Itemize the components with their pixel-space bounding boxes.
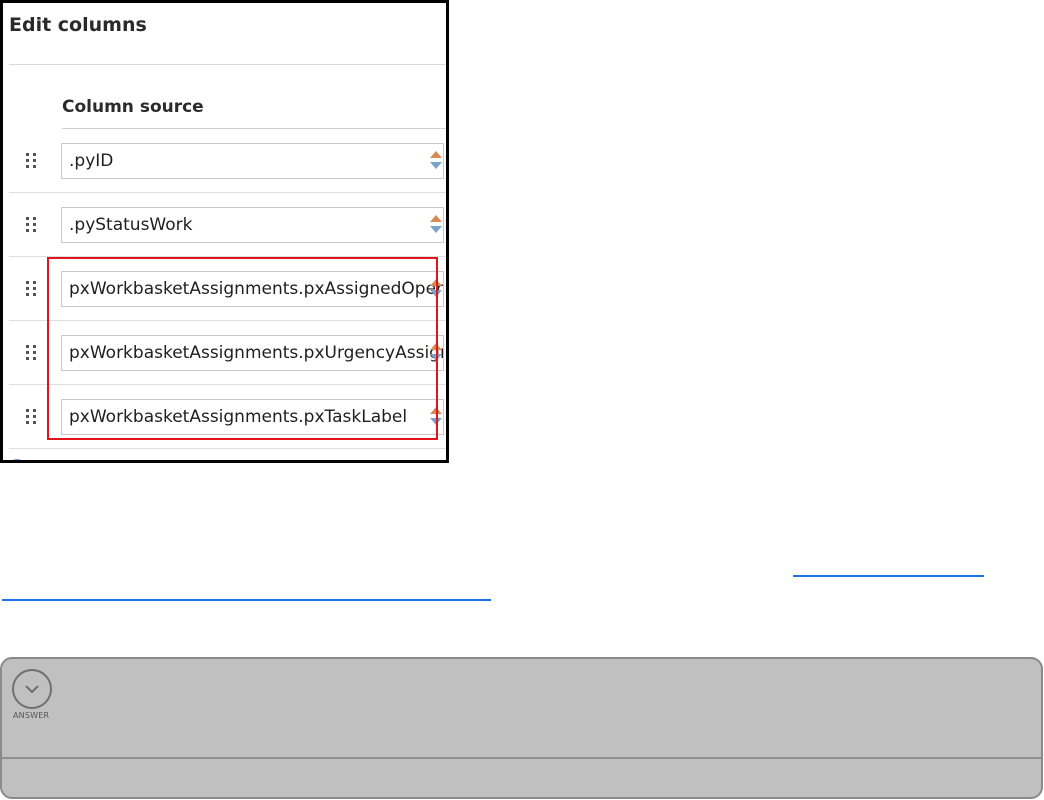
hyperlink-underline[interactable]	[2, 599, 491, 601]
column-source-value: .pyStatusWork	[69, 215, 193, 235]
column-row: pxWorkbasketAssignments.pxTaskLabel	[9, 385, 446, 449]
answer-card: ANSWER	[0, 657, 1043, 799]
column-source-value: pxWorkbasketAssignments.pxAssignedOperat…	[69, 279, 444, 299]
sort-spinner-icon[interactable]	[429, 215, 442, 235]
column-row: pxWorkbasketAssignments.pxUrgencyAssign	[9, 321, 446, 385]
column-source-input[interactable]: .pyStatusWork	[61, 207, 444, 243]
answer-divider	[2, 757, 1041, 759]
column-source-input[interactable]: .pyID	[61, 143, 444, 179]
sort-spinner-icon[interactable]	[429, 279, 442, 299]
column-source-value: pxWorkbasketAssignments.pxTaskLabel	[69, 407, 408, 427]
hyperlink-underline[interactable]	[793, 575, 984, 577]
add-icon[interactable]	[9, 459, 25, 460]
sort-spinner-icon[interactable]	[429, 343, 442, 363]
drag-handle-icon[interactable]	[26, 280, 38, 297]
column-row: pxWorkbasketAssignments.pxAssignedOperat…	[9, 257, 446, 321]
column-source-input[interactable]: pxWorkbasketAssignments.pxTaskLabel	[61, 399, 444, 435]
chevron-down-icon	[25, 685, 39, 694]
title-divider	[9, 64, 446, 65]
drag-handle-icon[interactable]	[26, 216, 38, 233]
column-source-input[interactable]: pxWorkbasketAssignments.pxUrgencyAssign	[61, 335, 444, 371]
edit-columns-panel: Edit columns Column source .pyID .pyStat…	[0, 0, 449, 463]
column-source-input[interactable]: pxWorkbasketAssignments.pxAssignedOperat…	[61, 271, 444, 307]
column-source-header: Column source	[62, 97, 204, 117]
column-source-value: pxWorkbasketAssignments.pxUrgencyAssign	[69, 343, 444, 363]
sort-spinner-icon[interactable]	[429, 151, 442, 171]
column-source-value: .pyID	[69, 151, 114, 171]
panel-title: Edit columns	[9, 14, 147, 36]
answer-label: ANSWER	[13, 711, 50, 720]
sort-spinner-icon[interactable]	[429, 407, 442, 427]
drag-handle-icon[interactable]	[26, 344, 38, 361]
answer-toggle-button[interactable]	[12, 669, 52, 709]
drag-handle-icon[interactable]	[26, 408, 38, 425]
drag-handle-icon[interactable]	[26, 152, 38, 169]
column-row: .pyID	[9, 129, 446, 193]
column-row: .pyStatusWork	[9, 193, 446, 257]
